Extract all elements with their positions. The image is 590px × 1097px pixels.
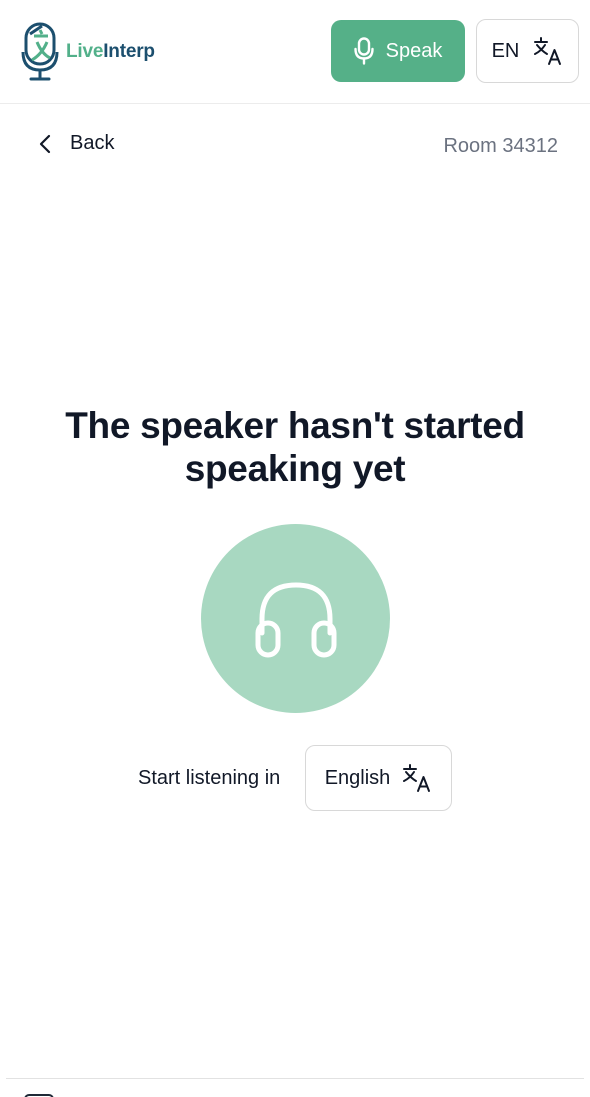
microphone-icon <box>353 37 374 65</box>
listen-language-row: Start listening in English <box>0 745 590 811</box>
app-name-part-interp: Interp <box>103 41 155 62</box>
microphone-translate-logo-icon <box>21 22 59 81</box>
listen-label: Start listening in <box>138 767 281 789</box>
translate-icon <box>534 37 562 65</box>
listen-language-label: English <box>324 766 391 789</box>
listen-button[interactable] <box>201 524 390 713</box>
waiting-message: The speaker hasn't started speaking yet <box>0 404 590 490</box>
language-code: EN <box>491 39 520 62</box>
app-name: LiveInterp <box>66 41 155 63</box>
speak-button-label: Speak <box>385 39 443 62</box>
back-button[interactable]: Back <box>38 132 114 155</box>
footer-divider <box>6 1078 584 1079</box>
listen-language-selector[interactable]: English <box>305 745 452 811</box>
language-selector-button[interactable]: EN <box>476 19 579 83</box>
room-navigation: Back Room 34312 <box>0 104 590 190</box>
headphones-icon <box>255 581 336 657</box>
chevron-left-icon <box>39 134 51 153</box>
app-logo[interactable]: LiveInterp <box>20 22 155 82</box>
translate-icon <box>403 764 431 792</box>
waiting-message-line-2: speaking yet <box>184 448 406 489</box>
app-name-part-live: Live <box>66 41 104 62</box>
app-header: LiveInterp Speak EN <box>0 0 590 104</box>
room-number: Room 34312 <box>443 135 558 157</box>
waiting-message-line-1: The speaker hasn't started <box>65 405 525 446</box>
speak-button[interactable]: Speak <box>331 20 465 82</box>
back-label: Back <box>70 132 115 154</box>
